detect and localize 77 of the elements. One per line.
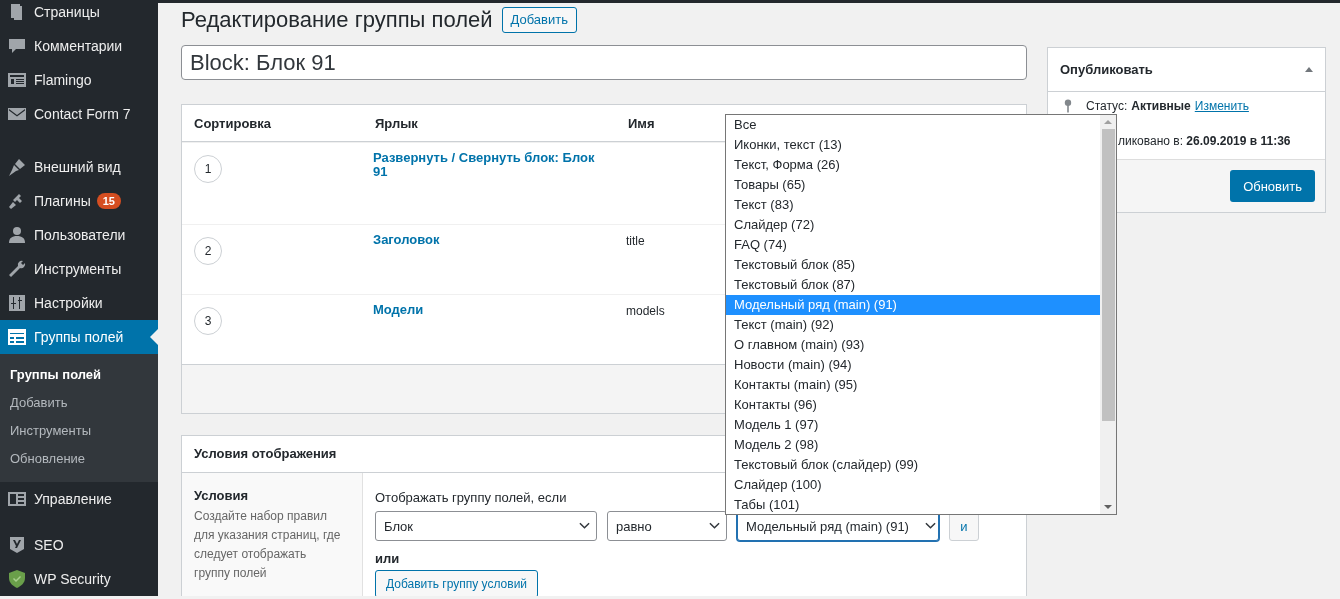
sidebar-item[interactable]: Contact Form 7: [0, 97, 158, 131]
table-icon: [7, 327, 27, 347]
dropdown-option[interactable]: Иконки, текст (13): [726, 135, 1100, 155]
column-header: Сортировка: [193, 115, 273, 131]
update-button[interactable]: Обновить: [1230, 170, 1315, 202]
description-text: Создайте набор правил для указания страниц, где следует отображать группу полей: [194, 508, 342, 582]
chevron-icon: [579, 522, 590, 530]
sidebar-item[interactable]: SEO: [0, 528, 158, 562]
select-field[interactable]: Блок: [375, 511, 597, 541]
sidebar-item[interactable]: Комментарии: [0, 29, 158, 63]
shield-icon: [7, 569, 27, 589]
edit-link[interactable]: Изменить: [1194, 99, 1249, 113]
count-badge: 15: [96, 193, 121, 209]
submenu-item[interactable]: Добавить: [0, 389, 158, 417]
dropdown-option[interactable]: Текстовый блок (87): [726, 275, 1100, 295]
pin-icon: [1064, 99, 1072, 113]
add-button[interactable]: Добавить: [501, 6, 577, 33]
field-name: title: [626, 234, 645, 248]
scroll-up-icon[interactable]: [1104, 120, 1112, 124]
sidebar-item[interactable]: Flamingo: [0, 63, 158, 97]
dropdown-option[interactable]: Контакты (main) (95): [726, 375, 1100, 395]
dropdown-option[interactable]: Слайдер (100): [726, 475, 1100, 495]
section-label: Условия: [194, 488, 250, 503]
comment-icon: [7, 36, 27, 56]
column-header: Имя: [627, 115, 656, 131]
dropdown-option[interactable]: Слайдер (72): [726, 215, 1100, 235]
title-field[interactable]: Block: Блок 91: [181, 45, 1027, 80]
submenu-item[interactable]: Обновление: [0, 445, 158, 473]
collapse-icon[interactable]: [1305, 67, 1313, 72]
scroll-down-icon[interactable]: [1104, 505, 1112, 509]
dropdown-option[interactable]: Модель 1 (97): [726, 415, 1100, 435]
dropdown-option[interactable]: О главном (main) (93): [726, 335, 1100, 355]
sidebar-item[interactable]: Группы полей: [0, 320, 158, 354]
column-header: Ярлык: [374, 115, 419, 131]
rule-label: Отображать группу полей, если: [375, 490, 567, 505]
dropdown-option[interactable]: Все: [726, 115, 1100, 135]
sidebar-item[interactable]: Страницы: [0, 3, 158, 29]
sidebar-item[interactable]: Внешний вид: [0, 150, 158, 184]
brush-icon: [7, 157, 27, 177]
layout-icon: [7, 489, 27, 509]
dropdown-option[interactable]: FAQ (74): [726, 235, 1100, 255]
panel-title: Опубликовать: [1060, 62, 1153, 77]
field-link[interactable]: Модели: [373, 303, 608, 317]
dropdown-option[interactable]: Новости (main) (94): [726, 355, 1100, 375]
sidebar-item[interactable]: Инструменты: [0, 252, 158, 286]
scrollbar[interactable]: [1100, 115, 1116, 514]
dropdown-option[interactable]: Контакты (96): [726, 395, 1100, 415]
status-value: Активные: [1131, 99, 1191, 113]
scroll-thumb[interactable]: [1101, 129, 1115, 421]
sidebar-item[interactable]: Пользователи: [0, 218, 158, 252]
sidebar-item[interactable]: WP Security: [0, 562, 158, 596]
field-link[interactable]: Заголовок: [373, 233, 608, 247]
dropdown-option[interactable]: Текст (83): [726, 195, 1100, 215]
dropdown-option[interactable]: Текстовый блок (85): [726, 255, 1100, 275]
chevron-icon: [709, 522, 720, 530]
submenu-item[interactable]: Инструменты: [0, 417, 158, 445]
sliders-icon: [7, 293, 27, 313]
sidebar-item[interactable]: Настройки: [0, 286, 158, 320]
sidebar-item[interactable]: Плагины 15: [0, 184, 158, 218]
chevron-icon: [925, 522, 936, 530]
field-link[interactable]: Развернуть / Свернуть блок: Блок 91: [373, 151, 608, 179]
status-label: Статус:: [1086, 99, 1128, 113]
list-icon: [7, 70, 27, 90]
wrench-icon: [7, 259, 27, 279]
published-date: ликовано в: 26.09.2019 в 11:36: [1118, 134, 1291, 148]
shield-icon: [7, 535, 27, 555]
page-title: Редактирование группы полей: [181, 6, 493, 33]
user-icon: [7, 225, 27, 245]
submenu-item[interactable]: Группы полей: [0, 361, 158, 389]
field-name: models: [626, 304, 665, 318]
or-label: или: [375, 551, 401, 566]
dropdown-option[interactable]: Текст (main) (92): [726, 315, 1100, 335]
dropdown-option[interactable]: Текст, Форма (26): [726, 155, 1100, 175]
dropdown-option[interactable]: Товары (65): [726, 175, 1100, 195]
add-group-button[interactable]: Добавить группу условий: [375, 570, 539, 596]
select-field[interactable]: равно: [607, 511, 727, 541]
sidebar-item[interactable]: Управление: [0, 482, 158, 516]
